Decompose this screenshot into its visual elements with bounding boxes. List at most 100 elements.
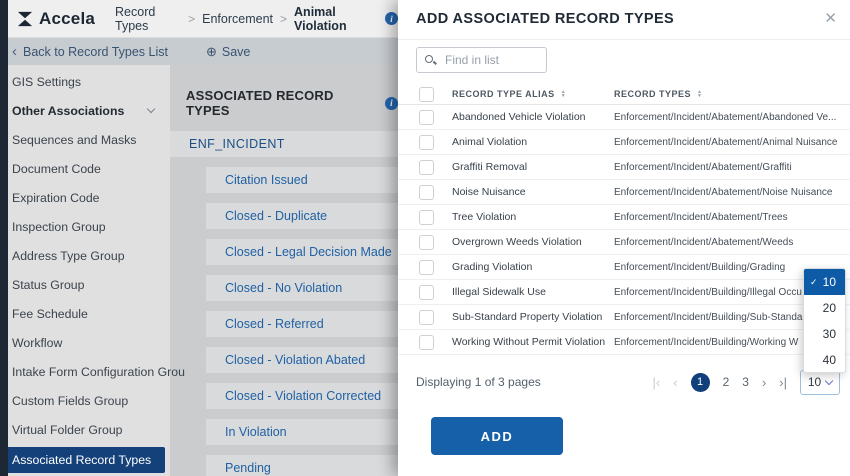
breadcrumb-enforcement[interactable]: Enforcement: [202, 12, 273, 26]
table-row[interactable]: Grading Violation Enforcement/Incident/B…: [398, 255, 850, 280]
back-chevron-icon: ‹: [12, 44, 17, 59]
column-label: RECORD TYPE ALIAS: [452, 89, 555, 99]
sidebar-item-document-code[interactable]: Document Code: [0, 154, 170, 183]
status-label: In Violation: [225, 425, 287, 439]
page-size-dropdown-menu: ✓ 10 20 30 40: [803, 268, 846, 373]
page-size-option-30[interactable]: 30: [804, 321, 845, 347]
page-size-option-20[interactable]: 20: [804, 295, 845, 321]
column-header-record-types[interactable]: RECORD TYPES ▲ ▼: [614, 89, 850, 99]
panel-title-row: ASSOCIATED RECORD TYPES i: [186, 88, 398, 118]
table-row[interactable]: Abandoned Vehicle Violation Enforcement/…: [398, 105, 850, 130]
sort-icon[interactable]: ▲ ▼: [561, 90, 566, 98]
table-row[interactable]: Noise Nuisance Enforcement/Incident/Abat…: [398, 180, 850, 205]
sidebar-item-address-type-group[interactable]: Address Type Group: [0, 241, 170, 270]
sidebar-item-label: Workflow: [12, 336, 62, 350]
info-icon[interactable]: i: [385, 12, 398, 25]
sidebar-item-label: Sequences and Masks: [12, 133, 136, 147]
column-label: RECORD TYPES: [614, 89, 691, 99]
column-header-record-type-alias[interactable]: RECORD TYPE ALIAS ▲ ▼: [452, 89, 614, 99]
breadcrumb-record-types[interactable]: Record Types: [115, 5, 181, 33]
record-type-group[interactable]: ENF_INCIDENT: [170, 131, 398, 157]
previous-page-icon[interactable]: ‹: [673, 376, 677, 389]
sidebar-item-virtual-folder-group[interactable]: Virtual Folder Group: [0, 415, 170, 444]
first-page-icon[interactable]: |‹: [653, 376, 661, 389]
accela-logo[interactable]: Accela: [16, 9, 95, 29]
status-item[interactable]: Pending: [206, 455, 398, 476]
page-2-button[interactable]: 2: [723, 375, 730, 389]
save-icon: ⊕: [206, 45, 217, 58]
sidebar-item-label: Status Group: [12, 278, 84, 292]
sidebar-item-label: Inspection Group: [12, 220, 106, 234]
status-item[interactable]: In Violation: [206, 419, 398, 445]
breadcrumb-separator: >: [188, 12, 195, 26]
sort-icon[interactable]: ▲ ▼: [697, 90, 702, 98]
row-checkbox[interactable]: [419, 135, 434, 150]
table-row[interactable]: Illegal Sidewalk Use Enforcement/Inciden…: [398, 280, 850, 305]
page-3-button[interactable]: 3: [742, 375, 749, 389]
row-checkbox[interactable]: [419, 310, 434, 325]
last-page-icon[interactable]: ›|: [779, 376, 787, 389]
close-icon[interactable]: ✕: [824, 9, 837, 27]
info-icon[interactable]: i: [385, 97, 398, 110]
sidebar-item-fee-schedule[interactable]: Fee Schedule: [0, 299, 170, 328]
add-button[interactable]: ADD: [431, 417, 563, 455]
save-label: Save: [222, 45, 251, 59]
status-item[interactable]: Closed - Violation Corrected: [206, 383, 398, 409]
page-1-button[interactable]: 1: [691, 373, 710, 392]
next-page-icon[interactable]: ›: [762, 376, 766, 389]
chevron-down-icon: [825, 376, 833, 384]
row-checkbox[interactable]: [419, 185, 434, 200]
select-all-checkbox[interactable]: [419, 87, 434, 102]
sidebar-item-intake-form-configuration-group[interactable]: Intake Form Configuration Grou: [0, 357, 170, 386]
table-row[interactable]: Tree Violation Enforcement/Incident/Abat…: [398, 205, 850, 230]
sidebar-item-associated-record-types[interactable]: Associated Record Types: [0, 447, 165, 473]
status-item[interactable]: Closed - Duplicate: [206, 203, 398, 229]
page-size-option-40[interactable]: 40: [804, 347, 845, 373]
status-label: Closed - Legal Decision Made: [225, 245, 392, 259]
row-checkbox[interactable]: [419, 285, 434, 300]
row-checkbox[interactable]: [419, 210, 434, 225]
find-in-list-search[interactable]: [416, 47, 547, 73]
brand-name: Accela: [39, 9, 95, 29]
status-label: Closed - Duplicate: [225, 209, 327, 223]
table-header: RECORD TYPE ALIAS ▲ ▼ RECORD TYPES ▲ ▼: [398, 84, 850, 105]
sidebar-item-inspection-group[interactable]: Inspection Group: [0, 212, 170, 241]
sidebar-item-sequences-and-masks[interactable]: Sequences and Masks: [0, 125, 170, 154]
row-checkbox[interactable]: [419, 335, 434, 350]
row-checkbox[interactable]: [419, 160, 434, 175]
sidebar-item-label: Intake Form Configuration Grou: [12, 365, 185, 379]
sidebar-item-gis-settings[interactable]: GIS Settings: [0, 67, 170, 96]
status-item[interactable]: Closed - No Violation: [206, 275, 398, 301]
option-label: 20: [823, 301, 836, 315]
page-size-select[interactable]: 10: [800, 370, 840, 395]
sidebar-item-label: Custom Fields Group: [12, 394, 128, 408]
status-item[interactable]: Citation Issued: [206, 167, 398, 193]
table-row[interactable]: Sub-Standard Property Violation Enforcem…: [398, 305, 850, 330]
sidebar-item-workflow[interactable]: Workflow: [0, 328, 170, 357]
back-to-record-types-button[interactable]: ‹ Back to Record Types List: [12, 44, 168, 59]
search-input[interactable]: [443, 52, 538, 68]
table-row[interactable]: Graffiti Removal Enforcement/Incident/Ab…: [398, 155, 850, 180]
row-checkbox[interactable]: [419, 110, 434, 125]
status-item[interactable]: Closed - Violation Abated: [206, 347, 398, 373]
record-type-cell: Enforcement/Incident/Abatement/Trees: [614, 212, 850, 223]
sidebar-item-other-associations[interactable]: Other Associations: [0, 96, 170, 125]
table-row[interactable]: Animal Violation Enforcement/Incident/Ab…: [398, 130, 850, 155]
sidebar-item-label: Address Type Group: [12, 249, 125, 263]
status-label: Pending: [225, 461, 271, 475]
page-size-option-10[interactable]: ✓ 10: [804, 269, 845, 295]
table-row[interactable]: Working Without Permit Violation Enforce…: [398, 330, 850, 355]
row-checkbox[interactable]: [419, 235, 434, 250]
sidebar-item-custom-fields-group[interactable]: Custom Fields Group: [0, 386, 170, 415]
save-button[interactable]: ⊕ Save: [206, 45, 250, 59]
sidebar-item-status-group[interactable]: Status Group: [0, 270, 170, 299]
sidebar-item-label: Expiration Code: [12, 191, 100, 205]
table-row[interactable]: Overgrown Weeds Violation Enforcement/In…: [398, 230, 850, 255]
row-checkbox[interactable]: [419, 260, 434, 275]
record-type-alias-cell: Working Without Permit Violation: [452, 336, 614, 348]
sidebar-item-expiration-code[interactable]: Expiration Code: [0, 183, 170, 212]
status-item[interactable]: Closed - Referred: [206, 311, 398, 337]
status-item[interactable]: Closed - Legal Decision Made: [206, 239, 398, 265]
status-label: Closed - Violation Corrected: [225, 389, 381, 403]
record-type-alias-cell: Tree Violation: [452, 211, 614, 223]
